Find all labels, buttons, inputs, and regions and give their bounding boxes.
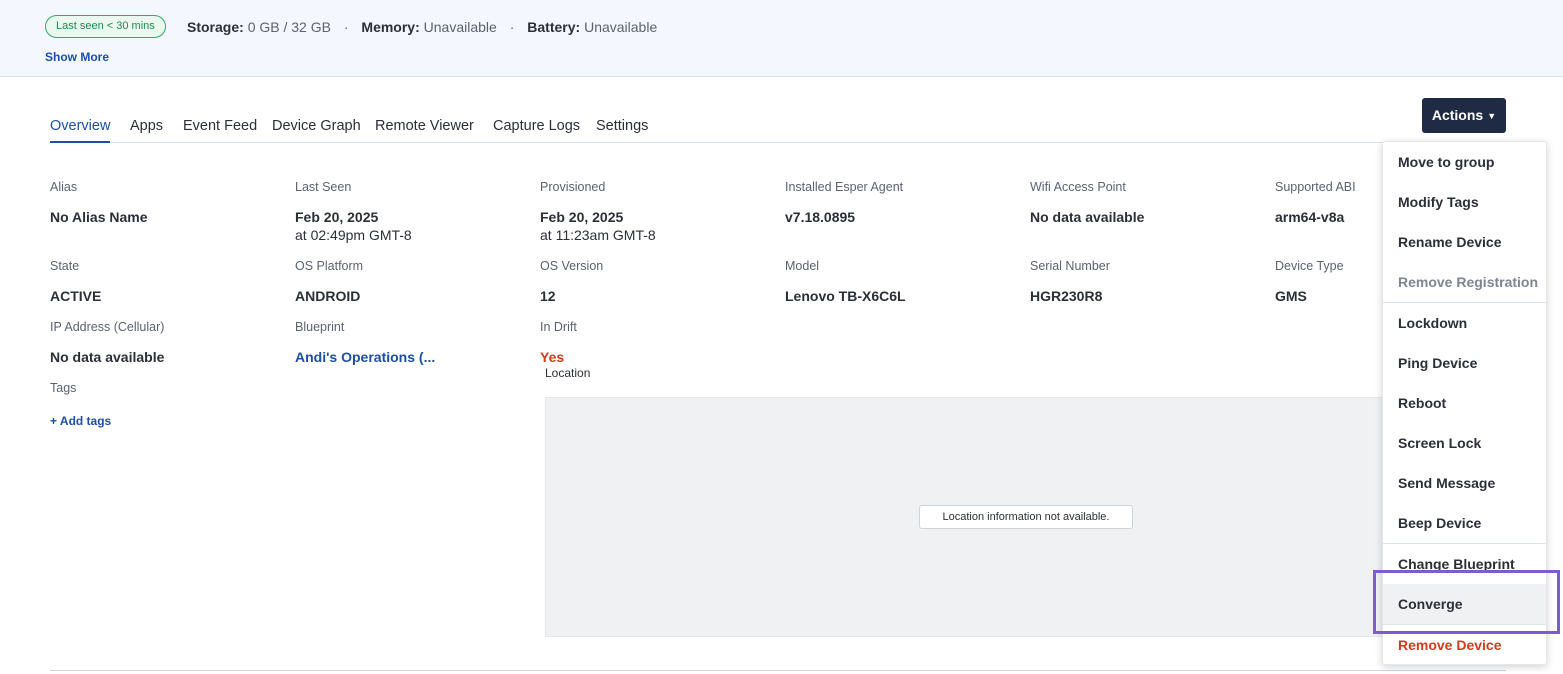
location-notice: Location information not available. (919, 505, 1133, 529)
menu-item-modify-tags[interactable]: Modify Tags (1383, 182, 1546, 222)
menu-item-lockdown[interactable]: Lockdown (1383, 303, 1546, 343)
add-tags-link[interactable]: + Add tags (50, 414, 111, 428)
tab-settings[interactable]: Settings (596, 117, 648, 143)
alias-label: Alias (50, 180, 78, 194)
menu-item-change-blueprint[interactable]: Change Blueprint (1383, 544, 1546, 584)
separator-dot: · (509, 19, 515, 35)
last-seen-label: Last Seen (295, 180, 352, 194)
actions-button[interactable]: Actions ▼ (1422, 98, 1506, 133)
memory-label: Memory: (361, 19, 420, 35)
ip-value: No data available (50, 349, 165, 365)
tab-apps[interactable]: Apps (130, 117, 163, 143)
os-platform-label: OS Platform (295, 259, 364, 273)
menu-item-remove-registration[interactable]: Remove Registration (1383, 262, 1546, 302)
blueprint-link[interactable]: Andi's Operations (... (295, 348, 435, 366)
provisioned-date: Feb 20, 2025 (540, 209, 624, 225)
drift-label: In Drift (540, 320, 577, 334)
state-value: ACTIVE (50, 288, 102, 304)
tab-overview[interactable]: Overview (50, 117, 111, 143)
tab-event-feed[interactable]: Event Feed (183, 117, 257, 143)
memory-value: Unavailable (423, 19, 497, 35)
battery-value: Unavailable (584, 19, 658, 35)
os-platform-value: ANDROID (295, 288, 361, 304)
menu-item-move-to-group[interactable]: Move to group (1383, 142, 1546, 182)
agent-label: Installed Esper Agent (785, 180, 904, 194)
abi-label: Supported ABI (1275, 180, 1356, 194)
serial-value: HGR230R8 (1030, 288, 1103, 304)
provisioned-time: at 11:23am GMT-8 (540, 227, 656, 243)
device-type-label: Device Type (1275, 259, 1344, 273)
menu-item-ping-device[interactable]: Ping Device (1383, 343, 1546, 383)
drift-value: Yes (540, 349, 565, 365)
serial-label: Serial Number (1030, 259, 1110, 273)
device-status-row: Storage: 0 GB / 32 GB · Memory: Unavaila… (187, 18, 657, 36)
menu-item-reboot[interactable]: Reboot (1383, 383, 1546, 423)
location-label: Location (545, 366, 591, 380)
os-version-label: OS Version (540, 259, 604, 273)
tab-remote-viewer[interactable]: Remote Viewer (375, 117, 474, 143)
last-seen-time: at 02:49pm GMT-8 (295, 227, 412, 243)
blueprint-label: Blueprint (295, 320, 345, 334)
separator-dot: · (343, 19, 349, 35)
actions-menu: Move to group Modify Tags Rename Device … (1382, 141, 1547, 665)
actions-label: Actions (1431, 107, 1484, 123)
state-label: State (50, 259, 80, 273)
caret-down-icon: ▼ (1487, 110, 1497, 121)
tab-capture-logs[interactable]: Capture Logs (493, 117, 580, 143)
abi-value: arm64-v8a (1275, 209, 1345, 225)
os-version-value: 12 (540, 288, 556, 304)
model-label: Model (785, 259, 820, 273)
tags-label: Tags (50, 381, 77, 395)
storage-label: Storage: (187, 19, 244, 35)
menu-item-send-message[interactable]: Send Message (1383, 463, 1546, 503)
menu-item-remove-device[interactable]: Remove Device (1383, 625, 1546, 665)
device-type-value: GMS (1275, 288, 1307, 304)
menu-item-converge[interactable]: Converge (1383, 584, 1546, 624)
device-tabs: Overview Apps Event Feed Device Graph Re… (50, 117, 1506, 143)
show-more-link[interactable]: Show More (45, 50, 109, 64)
provisioned-label: Provisioned (540, 180, 606, 194)
ip-label: IP Address (Cellular) (50, 320, 165, 334)
battery-label: Battery: (527, 19, 581, 35)
status-banner: Last seen < 30 mins Storage: 0 GB / 32 G… (0, 0, 1563, 77)
menu-item-beep-device[interactable]: Beep Device (1383, 503, 1546, 543)
divider (50, 670, 1506, 671)
menu-item-rename-device[interactable]: Rename Device (1383, 222, 1546, 262)
menu-item-screen-lock[interactable]: Screen Lock (1383, 423, 1546, 463)
wifi-value: No data available (1030, 209, 1145, 225)
last-seen-badge: Last seen < 30 mins (45, 15, 166, 38)
storage-value: 0 GB / 32 GB (247, 19, 331, 35)
alias-value: No Alias Name (50, 209, 148, 225)
agent-value: v7.18.0895 (785, 209, 856, 225)
tab-device-graph[interactable]: Device Graph (272, 117, 361, 143)
model-value: Lenovo TB-X6C6L (785, 288, 906, 304)
wifi-label: Wifi Access Point (1030, 180, 1126, 194)
last-seen-date: Feb 20, 2025 (295, 209, 379, 225)
